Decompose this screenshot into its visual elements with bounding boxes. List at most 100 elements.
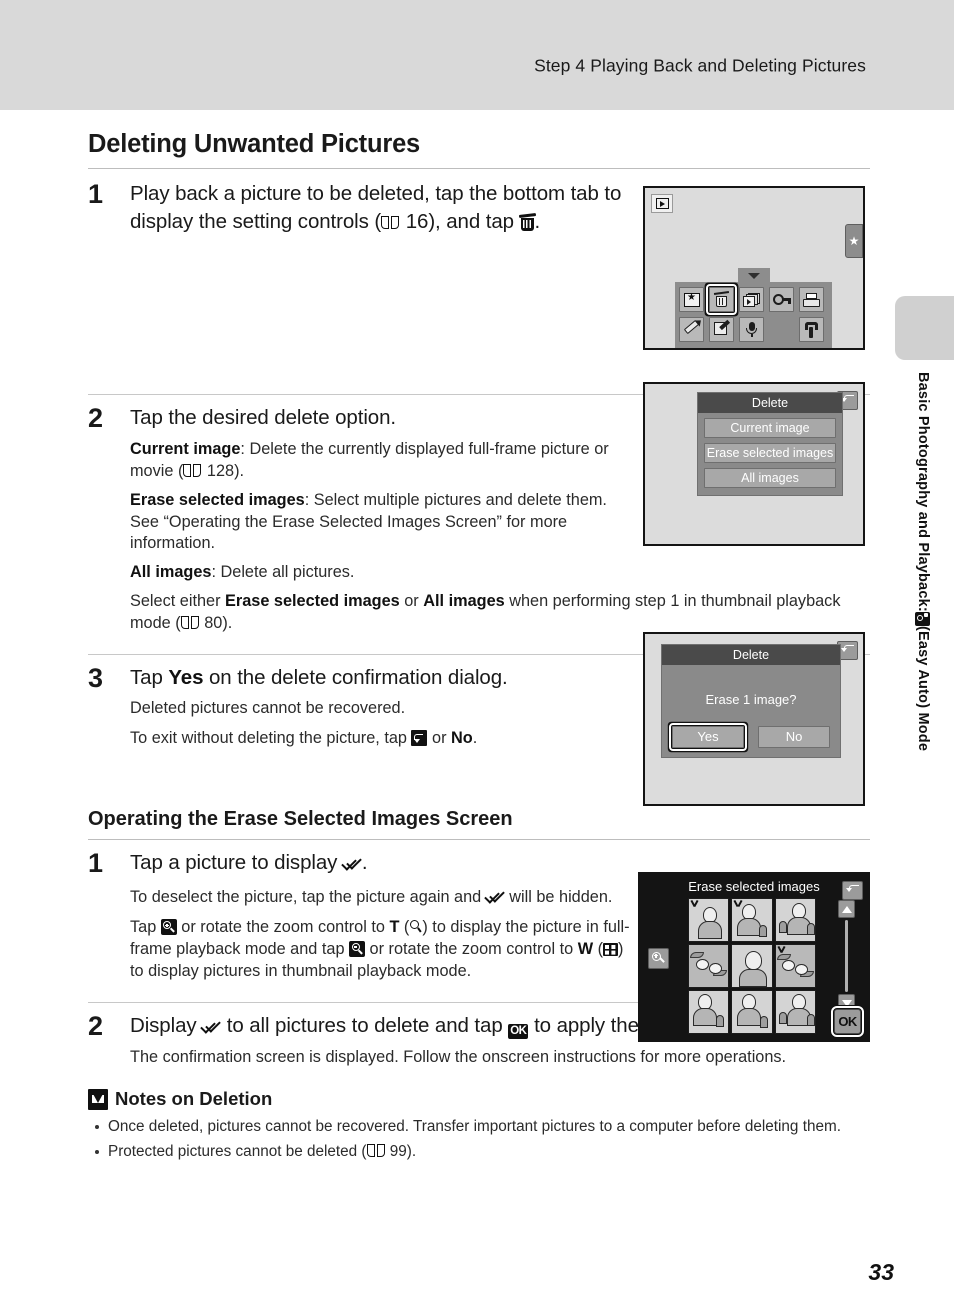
- confirm-dialog-title: Delete: [662, 645, 840, 665]
- menu-item-all-images[interactable]: All images: [704, 468, 836, 488]
- back-button[interactable]: [842, 881, 863, 900]
- closing-ref: 80: [204, 613, 223, 632]
- thumbnail-item[interactable]: [731, 898, 773, 942]
- sub1-n1-a: To deselect the picture, tap the picture…: [130, 887, 486, 906]
- notes-title-text: Notes on Deletion: [115, 1088, 273, 1110]
- ok-icon: OK: [508, 1023, 529, 1039]
- zoom-in-icon: [160, 919, 177, 936]
- voice-memo-icon: [746, 322, 757, 337]
- protect-button[interactable]: [769, 287, 794, 312]
- note-item-text: Once deleted, pictures cannot be recover…: [108, 1118, 841, 1136]
- notes-heading: Notes on Deletion: [88, 1088, 870, 1110]
- zoom-control-t-label: T: [389, 918, 400, 937]
- step-1-heading: Play back a picture to be deleted, tap t…: [130, 180, 635, 235]
- zoom-in-button[interactable]: [648, 948, 669, 969]
- step-3-note-1: Deleted pictures cannot be recovered.: [130, 699, 406, 718]
- thumbnail-item[interactable]: [688, 944, 730, 988]
- easy-auto-mode-icon: [915, 611, 930, 626]
- book-reference-icon: [183, 463, 202, 477]
- step-3-bold-no: No: [451, 729, 473, 748]
- thumbnail-item[interactable]: [774, 944, 816, 988]
- caution-flag-icon: [88, 1088, 108, 1110]
- slide-show-button[interactable]: [739, 287, 764, 312]
- subsection-step-1-note-1: To deselect the picture, tap the picture…: [130, 887, 635, 909]
- subsection-step-2-note: The confirmation screen is displayed. Fo…: [130, 1047, 787, 1066]
- option-ref-current-image: 128: [206, 461, 235, 480]
- thumbnail-item[interactable]: [688, 990, 730, 1034]
- closing-a: Select either: [130, 591, 226, 610]
- voice-memo-button[interactable]: [739, 317, 764, 342]
- subsection-step-1-number: 1: [88, 847, 104, 878]
- print-order-icon: [803, 292, 820, 307]
- running-title: Step 4 Playing Back and Deleting Picture…: [534, 55, 866, 76]
- delete-menu-title: Delete: [698, 393, 842, 413]
- playback-icon: [651, 194, 673, 213]
- sub1-n1-b: will be hidden.: [504, 887, 613, 906]
- closing-bold-1: Erase selected images: [225, 591, 400, 610]
- sub1-n2-e: or rotate the zoom control to: [365, 940, 578, 959]
- edit-image-icon: [714, 319, 730, 337]
- step-3-bold-yes: Yes: [168, 665, 204, 689]
- subsection-title: Operating the Erase Selected Images Scre…: [88, 807, 513, 830]
- print-order-button[interactable]: [799, 287, 824, 312]
- menu-item-current-image[interactable]: Current image: [704, 418, 836, 438]
- menu-item-erase-selected-images[interactable]: Erase selected images: [704, 443, 836, 463]
- step-2-paragraph-erase-selected: Erase selected images: Select multiple p…: [130, 490, 635, 555]
- erase-selected-title: Erase selected images: [688, 879, 820, 894]
- telephoto-icon: [409, 920, 422, 934]
- favorites-star-tab[interactable]: ★: [845, 224, 863, 258]
- wide-thumbnail-icon: [603, 943, 619, 957]
- notes-list: Once deleted, pictures cannot be recover…: [88, 1117, 870, 1163]
- delete-confirmation-screen: Delete Erase 1 image? Yes No: [643, 632, 865, 806]
- trash-icon: [518, 212, 536, 231]
- step-3-text-a: Tap: [130, 665, 169, 689]
- back-icon: [411, 730, 428, 747]
- controls-collapse-tab[interactable]: [738, 268, 770, 282]
- favorite-pictures-icon: [683, 291, 700, 307]
- check-icon: [691, 900, 700, 908]
- setup-button[interactable]: [799, 317, 824, 342]
- thumbnail-item[interactable]: [731, 944, 773, 988]
- confirm-no-button[interactable]: No: [758, 726, 830, 748]
- step-3-note2-c: .: [472, 729, 478, 748]
- sub1-head-a: Tap a picture to display: [130, 850, 343, 874]
- step-3-text-b: on the delete confirmation dialog.: [203, 665, 508, 689]
- setting-controls-panel: [675, 282, 832, 348]
- page-title: Deleting Unwanted Pictures: [88, 130, 421, 158]
- check-icon: [734, 900, 743, 908]
- edit-image-button[interactable]: [709, 317, 734, 342]
- book-reference-icon: [180, 615, 199, 629]
- scrollbar-track[interactable]: [845, 920, 848, 992]
- sub2-head-b: to all pictures to delete and tap: [221, 1013, 509, 1037]
- favorite-pictures-button[interactable]: [679, 287, 704, 312]
- thumbnail-grid: [688, 898, 816, 1034]
- delete-button[interactable]: [706, 284, 737, 315]
- step-2-paragraph-current-image: Current image: Delete the currently disp…: [130, 439, 635, 483]
- step-1-ref: 16: [405, 209, 429, 233]
- thumbnail-item[interactable]: [688, 898, 730, 942]
- confirm-yes-button[interactable]: Yes: [668, 722, 748, 752]
- ok-button[interactable]: OK: [831, 1006, 864, 1037]
- scroll-up-arrow-icon[interactable]: [838, 900, 855, 918]
- back-icon: [845, 885, 859, 896]
- step-3-note2-b: or: [427, 729, 452, 748]
- zoom-out-icon: [349, 941, 366, 958]
- note-item-ref: 99: [389, 1143, 407, 1161]
- sub1-n2-f: (: [593, 940, 604, 959]
- empty-slot: [769, 317, 794, 342]
- thumbnail-item[interactable]: [731, 990, 773, 1034]
- step-2-paragraph-all-images: All images: Delete all pictures.: [130, 562, 635, 584]
- option-label-erase-selected: Erase selected images: [130, 490, 305, 509]
- retouch-button[interactable]: [679, 317, 704, 342]
- thumbnail-item[interactable]: [774, 990, 816, 1034]
- thumbnail-item[interactable]: [774, 898, 816, 942]
- check-icon: [778, 946, 787, 954]
- book-reference-icon: [366, 1144, 385, 1158]
- slide-show-icon: [743, 292, 760, 307]
- page-number: 33: [868, 1259, 894, 1285]
- thumbnail-scrollbar[interactable]: [838, 900, 855, 1012]
- delete-menu-screen: Delete Current image Erase selected imag…: [643, 382, 865, 546]
- check-icon: [486, 889, 505, 904]
- closing-bold-2: All images: [423, 591, 505, 610]
- protect-key-icon: [772, 294, 791, 305]
